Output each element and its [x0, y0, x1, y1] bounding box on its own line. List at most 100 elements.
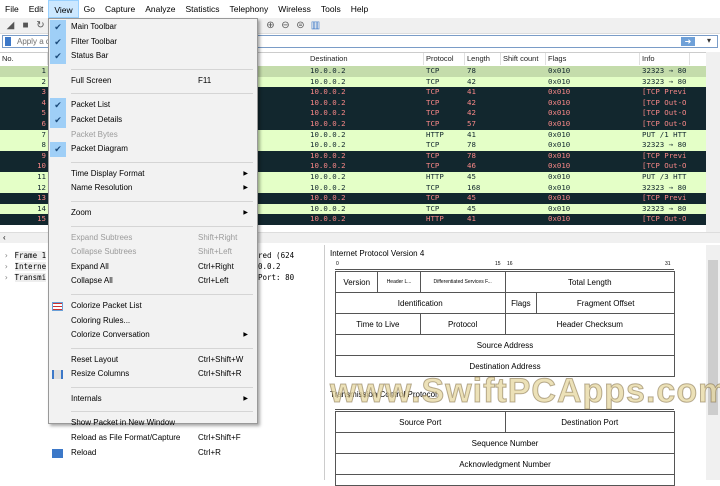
menu-edit[interactable]: Edit [24, 0, 49, 18]
menu-item-reset-layout[interactable]: Reset Layout Ctrl+Shift+W [49, 353, 257, 368]
tree-item[interactable]: › Transmi [4, 272, 47, 283]
cell-flags: 0x010 [548, 203, 571, 213]
menu-item-main-toolbar[interactable]: Main Toolbar ✔ [49, 20, 257, 35]
menu-item-label: Reload [71, 447, 97, 457]
bookmark-icon[interactable] [5, 37, 11, 46]
cell-info: 32323 → 80 [642, 203, 687, 213]
ip-field: Total Length [504, 271, 675, 293]
diagram-scrollbar[interactable] [706, 245, 720, 480]
packet-list-scrollbar[interactable] [706, 52, 720, 232]
checkmark-icon: ✔ [50, 98, 66, 113]
stop-icon[interactable]: ■ [20, 20, 31, 31]
chevron-right-icon[interactable]: › [4, 262, 9, 271]
menu-item-packet-list[interactable]: Packet List ✔ [49, 98, 257, 113]
cell-destination: 10.0.0.2 [310, 214, 346, 224]
restart-icon[interactable]: ↻ [35, 20, 46, 31]
menu-item-coloring-rules[interactable]: Coloring Rules... [49, 314, 257, 329]
menu-item-status-bar[interactable]: Status Bar ✔ [49, 49, 257, 64]
menu-item-resize-columns[interactable]: Resize Columns Ctrl+Shift+R [49, 367, 257, 382]
cell-flags: 0x010 [548, 97, 571, 107]
resize-columns-icon[interactable]: ▥ [310, 20, 321, 31]
packet-number: 12 [37, 182, 46, 192]
cell-protocol: TCP [426, 66, 440, 75]
column-header-flags[interactable]: Flags [546, 53, 640, 65]
menu-item-collapse-all[interactable]: Collapse All Ctrl+Left [49, 274, 257, 289]
menu-telephony[interactable]: Telephony [225, 0, 274, 18]
menu-item-time-display-format[interactable]: Time Display Format ▶ [49, 167, 257, 182]
tcp-field: Acknowledgment Number [335, 453, 675, 475]
tree-item-label: Transmi [14, 273, 47, 282]
tree-item[interactable]: › Frame 1 [4, 250, 47, 261]
cell-length: 168 [467, 182, 481, 192]
column-header-info[interactable]: Info [640, 53, 690, 65]
shark-fin-start-icon[interactable]: ◢ [5, 20, 16, 31]
menu-tools[interactable]: Tools [316, 0, 346, 18]
menu-item-label: Colorize Packet List [71, 300, 142, 310]
menu-go[interactable]: Go [79, 0, 100, 18]
menu-item-colorize-conversation[interactable]: Colorize Conversation ▶ [49, 328, 257, 343]
packet-number: 13 [37, 193, 46, 203]
scroll-left-icon[interactable]: ‹ [3, 233, 6, 242]
menu-item-expand-all[interactable]: Expand All Ctrl+Right [49, 260, 257, 275]
cell-length: 41 [467, 129, 476, 139]
menu-item-zoom[interactable]: Zoom ▶ [49, 206, 257, 221]
menu-item-colorize-packet-list[interactable]: Colorize Packet List [49, 299, 257, 314]
menu-item-internals[interactable]: Internals ▶ [49, 392, 257, 407]
chevron-right-icon[interactable]: › [4, 251, 9, 260]
menu-item-packet-details[interactable]: Packet Details ✔ [49, 112, 257, 128]
ip-diagram-title: Internet Protocol Version 4 [330, 249, 425, 258]
menu-item-label: Resize Columns [71, 369, 130, 379]
menu-help[interactable]: Help [346, 0, 373, 18]
tree-item[interactable]: › Interne [4, 261, 47, 272]
menu-capture[interactable]: Capture [100, 0, 140, 18]
apply-filter-arrow-icon[interactable]: ➜ [681, 37, 695, 46]
cell-destination: 10.0.0.2 [310, 172, 346, 181]
cell-protocol: TCP [426, 182, 440, 192]
menu-item-name-resolution[interactable]: Name Resolution ▶ [49, 181, 257, 196]
menu-separator [49, 157, 257, 167]
menu-item-packet-diagram[interactable]: Packet Diagram ✔ [49, 142, 257, 157]
menu-item-label: Full Screen [71, 75, 112, 85]
cell-destination: 10.0.0.2 [310, 76, 346, 86]
menu-statistics[interactable]: Statistics [180, 0, 224, 18]
menu-file[interactable]: File [0, 0, 24, 18]
zoom-in-icon[interactable]: ⊕ [265, 20, 276, 31]
colorize-icon [52, 301, 63, 311]
menu-item-label: Packet Bytes [71, 129, 118, 139]
menu-item-reload[interactable]: Reload Ctrl+R [49, 446, 257, 461]
menu-shortcut: Ctrl+Right [198, 261, 234, 271]
menu-view[interactable]: View [48, 0, 79, 18]
menu-item-reload-as-file-format-capture[interactable]: Reload as File Format/Capture Ctrl+Shift+… [49, 431, 257, 446]
cell-protocol: TCP [426, 150, 440, 160]
column-header-length[interactable]: Length [465, 53, 501, 65]
cell-length: 78 [467, 66, 476, 75]
cell-flags: 0x010 [548, 76, 571, 86]
column-header-protocol[interactable]: Protocol [424, 53, 465, 65]
zoom-out-icon[interactable]: ⊖ [280, 20, 291, 31]
cell-length: 78 [467, 140, 476, 150]
cell-destination: 10.0.0.2 [310, 97, 346, 107]
ruler-label: 0 [336, 261, 339, 267]
menu-item-label: Show Packet in New Window [71, 418, 176, 428]
cell-flags: 0x010 [548, 87, 571, 97]
menu-item-filter-toolbar[interactable]: Filter Toolbar ✔ [49, 34, 257, 50]
zoom-reset-icon[interactable]: ⊜ [295, 20, 306, 31]
chevron-down-icon[interactable]: ▾ [707, 36, 711, 45]
packet-number: 10 [37, 161, 46, 171]
chevron-right-icon: ▶ [243, 170, 248, 177]
column-header-destination[interactable]: Destination [308, 53, 424, 65]
column-header-no[interactable]: No. [0, 53, 48, 65]
chevron-right-icon[interactable]: › [4, 273, 9, 282]
menu-shortcut: Ctrl+Shift+W [198, 354, 244, 364]
reload-icon [52, 448, 63, 458]
packet-number: 8 [41, 140, 46, 150]
menu-wireless[interactable]: Wireless [273, 0, 316, 18]
cell-protocol: TCP [426, 140, 440, 150]
menu-item-show-packet-in-new-window[interactable]: Show Packet in New Window [49, 416, 257, 431]
packet-number: 14 [37, 203, 46, 213]
menu-analyze[interactable]: Analyze [140, 0, 180, 18]
menu-item-full-screen[interactable]: Full Screen F11 [49, 74, 257, 89]
column-header-shift-count[interactable]: Shift count [501, 53, 546, 65]
checkmark-icon: ✔ [50, 142, 66, 157]
cell-protocol: TCP [426, 97, 440, 107]
